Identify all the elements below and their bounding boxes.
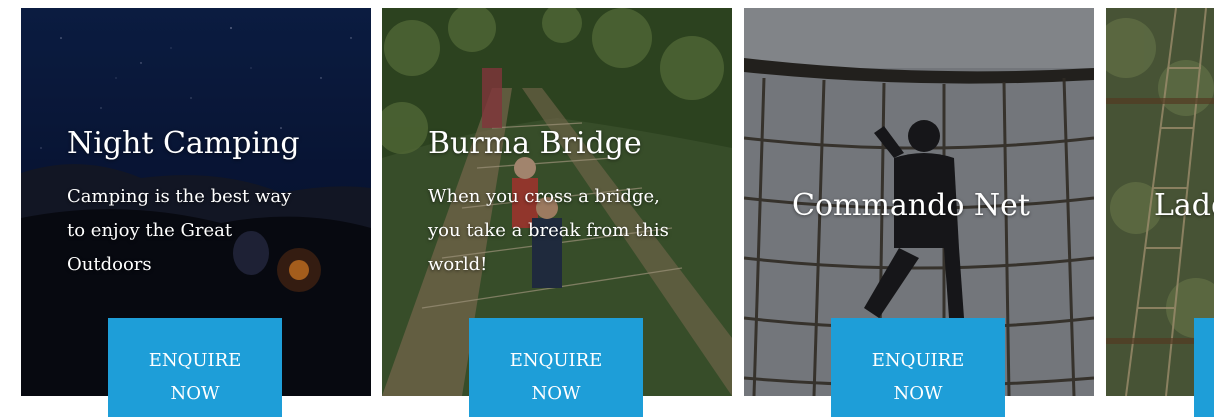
enquire-now-button-night-camping[interactable]: ENQUIRE NOW bbox=[108, 318, 282, 417]
card-description: When you cross a bridge, you take a brea… bbox=[428, 186, 669, 275]
card-title: Ladd bbox=[1154, 188, 1214, 223]
enquire-now-button-burma-bridge[interactable]: ENQUIRE NOW bbox=[469, 318, 643, 417]
card-title: Burma Bridge bbox=[428, 126, 642, 161]
activity-cards-strip: Night Camping Camping is the best way to… bbox=[0, 0, 1214, 417]
card-title: Night Camping bbox=[67, 126, 300, 161]
enquire-now-button-ladder[interactable] bbox=[1194, 318, 1214, 417]
enquire-now-button-commando-net[interactable]: ENQUIRE NOW bbox=[831, 318, 1005, 417]
card-description: Camping is the best way to enjoy the Gre… bbox=[67, 186, 292, 275]
card-title: Commando Net bbox=[792, 188, 1030, 223]
